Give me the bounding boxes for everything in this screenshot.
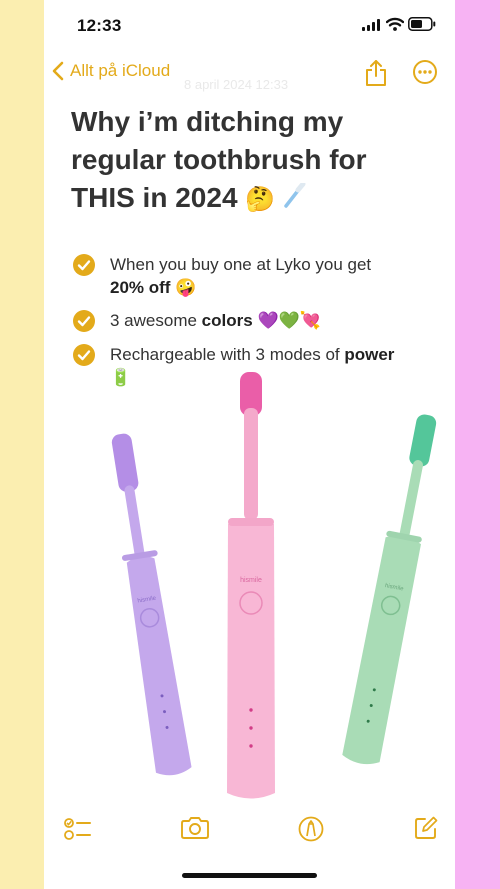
checklist-item[interactable]: When you buy one at Lyko you get 20% off… bbox=[72, 253, 432, 299]
battery-icon bbox=[408, 17, 436, 31]
title-line-2: regular toothbrush for bbox=[71, 144, 367, 175]
status-time: 12:33 bbox=[77, 16, 122, 35]
checklist-icon[interactable] bbox=[64, 816, 92, 842]
green-toothbrush: hismile bbox=[342, 414, 437, 765]
back-label: Allt på iCloud bbox=[70, 61, 171, 80]
note-title[interactable]: Why i’m ditching my regular toothbrush f… bbox=[71, 103, 431, 219]
svg-text:hismile: hismile bbox=[240, 577, 262, 584]
wifi-icon bbox=[386, 17, 404, 31]
left-background bbox=[0, 0, 44, 889]
back-chevron-icon bbox=[52, 61, 64, 81]
status-bar: 12:33 bbox=[44, 0, 455, 50]
toothbrush-icon bbox=[284, 181, 306, 208]
thinking-emoji: 🤔 bbox=[245, 186, 276, 213]
checklist-item-text: When you buy one at Lyko you get 20% off… bbox=[110, 255, 372, 297]
more-icon[interactable] bbox=[412, 59, 438, 85]
checklist-item[interactable]: 3 awesome colors 💜💚💘 bbox=[72, 309, 432, 333]
title-line-3: THIS in 2024 🤔 bbox=[71, 179, 431, 219]
navigation-bar: Allt på iCloud 8 april 2024 12:33 bbox=[44, 55, 455, 93]
camera-icon[interactable] bbox=[180, 816, 210, 840]
back-button[interactable]: Allt på iCloud bbox=[52, 61, 170, 81]
zany-emoji: 🤪 bbox=[175, 278, 197, 297]
checkmark-icon[interactable] bbox=[72, 253, 96, 277]
checkmark-icon[interactable] bbox=[72, 343, 96, 367]
toothbrushes-image: hismile hismile hismile bbox=[111, 372, 437, 799]
signal-icon bbox=[362, 19, 380, 31]
compose-icon[interactable] bbox=[414, 816, 438, 840]
home-indicator[interactable] bbox=[182, 873, 317, 878]
pink-toothbrush: hismile bbox=[227, 372, 275, 799]
share-icon[interactable] bbox=[364, 59, 388, 87]
markup-icon[interactable] bbox=[298, 816, 324, 842]
checkmark-icon[interactable] bbox=[72, 309, 96, 333]
notes-screen: 12:33 Allt på iCloud 8 april 2024 12:33 bbox=[44, 0, 455, 889]
purple-toothbrush: hismile bbox=[111, 433, 192, 776]
hearts-emoji: 💜💚💘 bbox=[257, 311, 321, 330]
checklist-item-text: 3 awesome colors 💜💚💘 bbox=[110, 311, 321, 330]
right-background bbox=[455, 0, 500, 889]
note-date: 8 april 2024 12:33 bbox=[184, 77, 289, 92]
title-line-1: Why i’m ditching my bbox=[71, 106, 344, 137]
bottom-toolbar bbox=[44, 812, 455, 852]
